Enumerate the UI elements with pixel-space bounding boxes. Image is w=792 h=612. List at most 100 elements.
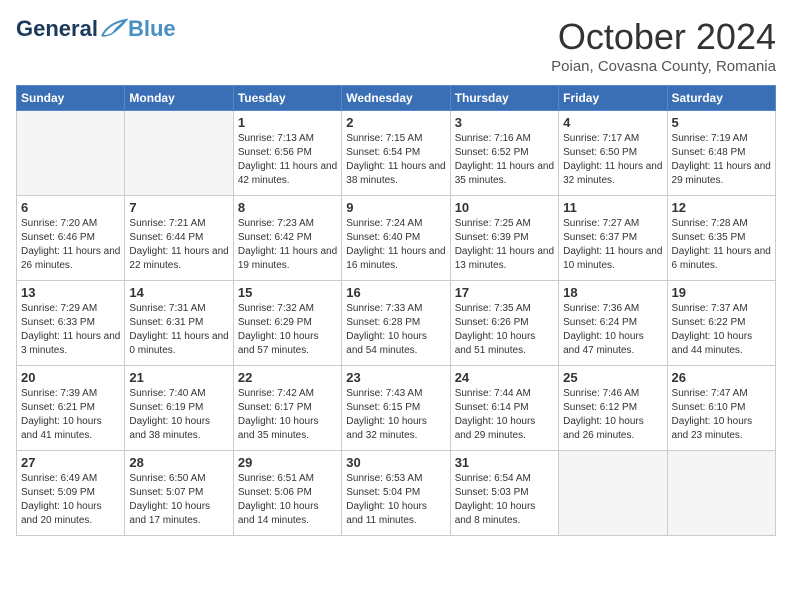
day-number: 20 [21,370,120,385]
calendar-cell: 29 Sunrise: 6:51 AM Sunset: 5:06 PM Dayli… [233,451,341,536]
day-info: Sunrise: 7:39 AM Sunset: 6:21 PM Dayligh… [21,387,120,443]
day-info: Sunrise: 7:40 AM Sunset: 6:19 PM Dayligh… [129,387,228,443]
day-info: Sunrise: 7:16 AM Sunset: 6:52 PM Dayligh… [455,132,554,188]
calendar-week-row: 6 Sunrise: 7:20 AM Sunset: 6:46 PM Daylig… [17,196,776,281]
day-number: 15 [238,285,337,300]
weekday-header-friday: Friday [559,86,667,111]
day-info: Sunrise: 7:13 AM Sunset: 6:56 PM Dayligh… [238,132,337,188]
day-info: Sunrise: 7:42 AM Sunset: 6:17 PM Dayligh… [238,387,337,443]
calendar-cell: 15 Sunrise: 7:32 AM Sunset: 6:29 PM Dayli… [233,281,341,366]
day-info: Sunrise: 7:24 AM Sunset: 6:40 PM Dayligh… [346,217,445,273]
calendar-cell: 3 Sunrise: 7:16 AM Sunset: 6:52 PM Daylig… [450,111,558,196]
day-info: Sunrise: 7:20 AM Sunset: 6:46 PM Dayligh… [21,217,120,273]
calendar-table: SundayMondayTuesdayWednesdayThursdayFrid… [16,85,776,536]
calendar-cell [559,451,667,536]
day-info: Sunrise: 6:49 AM Sunset: 5:09 PM Dayligh… [21,472,120,528]
day-number: 2 [346,115,445,130]
day-number: 31 [455,455,554,470]
day-info: Sunrise: 7:46 AM Sunset: 6:12 PM Dayligh… [563,387,662,443]
location-text: Poian, Covasna County, Romania [551,58,776,75]
calendar-cell [125,111,233,196]
calendar-cell: 14 Sunrise: 7:31 AM Sunset: 6:31 PM Dayli… [125,281,233,366]
weekday-header-sunday: Sunday [17,86,125,111]
day-number: 13 [21,285,120,300]
day-number: 17 [455,285,554,300]
logo-general-text: General [16,16,98,42]
day-info: Sunrise: 7:43 AM Sunset: 6:15 PM Dayligh… [346,387,445,443]
day-info: Sunrise: 7:29 AM Sunset: 6:33 PM Dayligh… [21,302,120,358]
calendar-cell: 30 Sunrise: 6:53 AM Sunset: 5:04 PM Dayli… [342,451,450,536]
day-info: Sunrise: 7:28 AM Sunset: 6:35 PM Dayligh… [672,217,771,273]
weekday-header-tuesday: Tuesday [233,86,341,111]
day-number: 29 [238,455,337,470]
calendar-cell: 7Sunrise: 7:21 AM Sunset: 6:44 PM Daylig… [125,196,233,281]
calendar-cell: 27 Sunrise: 6:49 AM Sunset: 5:09 PM Dayli… [17,451,125,536]
day-number: 10 [455,200,554,215]
day-info: Sunrise: 7:44 AM Sunset: 6:14 PM Dayligh… [455,387,554,443]
calendar-cell: 17 Sunrise: 7:35 AM Sunset: 6:26 PM Dayli… [450,281,558,366]
calendar-cell: 12 Sunrise: 7:28 AM Sunset: 6:35 PM Dayli… [667,196,775,281]
day-number: 8 [238,200,337,215]
day-info: Sunrise: 7:36 AM Sunset: 6:24 PM Dayligh… [563,302,662,358]
day-info: Sunrise: 7:23 AM Sunset: 6:42 PM Dayligh… [238,217,337,273]
day-number: 24 [455,370,554,385]
calendar-cell: 28 Sunrise: 6:50 AM Sunset: 5:07 PM Dayli… [125,451,233,536]
calendar-week-row: 20 Sunrise: 7:39 AM Sunset: 6:21 PM Dayli… [17,366,776,451]
day-info: Sunrise: 7:21 AM Sunset: 6:44 PM Dayligh… [129,217,228,273]
calendar-cell: 6 Sunrise: 7:20 AM Sunset: 6:46 PM Daylig… [17,196,125,281]
calendar-cell: 11 Sunrise: 7:27 AM Sunset: 6:37 PM Dayli… [559,196,667,281]
day-info: Sunrise: 6:54 AM Sunset: 5:03 PM Dayligh… [455,472,554,528]
day-number: 22 [238,370,337,385]
day-info: Sunrise: 7:33 AM Sunset: 6:28 PM Dayligh… [346,302,445,358]
day-info: Sunrise: 7:17 AM Sunset: 6:50 PM Dayligh… [563,132,662,188]
calendar-cell: 19Sunrise: 7:37 AM Sunset: 6:22 PM Dayli… [667,281,775,366]
calendar-cell: 21 Sunrise: 7:40 AM Sunset: 6:19 PM Dayli… [125,366,233,451]
day-info: Sunrise: 7:25 AM Sunset: 6:39 PM Dayligh… [455,217,554,273]
day-info: Sunrise: 7:19 AM Sunset: 6:48 PM Dayligh… [672,132,771,188]
day-info: Sunrise: 7:15 AM Sunset: 6:54 PM Dayligh… [346,132,445,188]
calendar-cell: 22 Sunrise: 7:42 AM Sunset: 6:17 PM Dayli… [233,366,341,451]
day-info: Sunrise: 7:32 AM Sunset: 6:29 PM Dayligh… [238,302,337,358]
weekday-header-row: SundayMondayTuesdayWednesdayThursdayFrid… [17,86,776,111]
calendar-week-row: 1 Sunrise: 7:13 AM Sunset: 6:56 PM Daylig… [17,111,776,196]
calendar-cell: 4Sunrise: 7:17 AM Sunset: 6:50 PM Daylig… [559,111,667,196]
weekday-header-saturday: Saturday [667,86,775,111]
day-number: 30 [346,455,445,470]
day-info: Sunrise: 6:51 AM Sunset: 5:06 PM Dayligh… [238,472,337,528]
calendar-cell: 1 Sunrise: 7:13 AM Sunset: 6:56 PM Daylig… [233,111,341,196]
day-number: 11 [563,200,662,215]
day-number: 3 [455,115,554,130]
day-number: 28 [129,455,228,470]
day-info: Sunrise: 6:53 AM Sunset: 5:04 PM Dayligh… [346,472,445,528]
calendar-cell: 20 Sunrise: 7:39 AM Sunset: 6:21 PM Dayli… [17,366,125,451]
calendar-cell: 24 Sunrise: 7:44 AM Sunset: 6:14 PM Dayli… [450,366,558,451]
calendar-cell [667,451,775,536]
calendar-cell: 8 Sunrise: 7:23 AM Sunset: 6:42 PM Daylig… [233,196,341,281]
day-info: Sunrise: 7:47 AM Sunset: 6:10 PM Dayligh… [672,387,771,443]
logo-blue-text: Blue [128,16,176,42]
day-number: 16 [346,285,445,300]
day-info: Sunrise: 7:35 AM Sunset: 6:26 PM Dayligh… [455,302,554,358]
weekday-header-monday: Monday [125,86,233,111]
calendar-cell: 26 Sunrise: 7:47 AM Sunset: 6:10 PM Dayli… [667,366,775,451]
day-number: 26 [672,370,771,385]
day-info: Sunrise: 7:31 AM Sunset: 6:31 PM Dayligh… [129,302,228,358]
calendar-cell: 25Sunrise: 7:46 AM Sunset: 6:12 PM Dayli… [559,366,667,451]
day-number: 21 [129,370,228,385]
day-number: 23 [346,370,445,385]
calendar-week-row: 13 Sunrise: 7:29 AM Sunset: 6:33 PM Dayli… [17,281,776,366]
logo-bird-icon [100,18,128,40]
day-number: 14 [129,285,228,300]
day-info: Sunrise: 7:27 AM Sunset: 6:37 PM Dayligh… [563,217,662,273]
day-number: 6 [21,200,120,215]
day-info: Sunrise: 7:37 AM Sunset: 6:22 PM Dayligh… [672,302,771,358]
day-number: 18 [563,285,662,300]
calendar-cell: 5Sunrise: 7:19 AM Sunset: 6:48 PM Daylig… [667,111,775,196]
calendar-cell: 16 Sunrise: 7:33 AM Sunset: 6:28 PM Dayli… [342,281,450,366]
day-number: 1 [238,115,337,130]
day-info: Sunrise: 6:50 AM Sunset: 5:07 PM Dayligh… [129,472,228,528]
day-number: 27 [21,455,120,470]
day-number: 12 [672,200,771,215]
page-header: General Blue October 2024 Poian, Covasna… [16,16,776,75]
calendar-cell [17,111,125,196]
